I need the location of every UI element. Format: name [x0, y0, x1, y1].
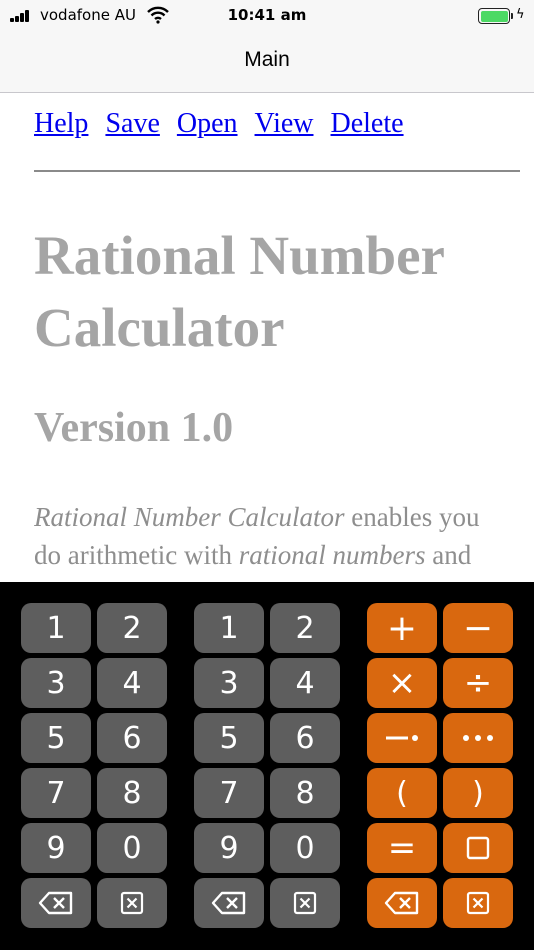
- ellipsis-icon: [463, 735, 493, 741]
- backspace-icon: [211, 891, 246, 915]
- key-right-6[interactable]: 6: [270, 713, 340, 763]
- key-close-paren[interactable]: ): [443, 768, 513, 818]
- delete-link[interactable]: Delete: [331, 108, 404, 139]
- version-heading: Version 1.0: [34, 405, 234, 451]
- key-equals[interactable]: =: [367, 823, 437, 873]
- key-left-1[interactable]: 1: [21, 603, 91, 653]
- key-right-3[interactable]: 3: [194, 658, 264, 708]
- key-multiply[interactable]: ×: [367, 658, 437, 708]
- intro-text-2: do arithmetic with: [34, 540, 239, 570]
- key-left-backspace[interactable]: [21, 878, 91, 928]
- key-left-9[interactable]: 9: [21, 823, 91, 873]
- key-ellipsis[interactable]: [443, 713, 513, 763]
- horizontal-rule: [34, 170, 520, 172]
- key-left-0[interactable]: 0: [97, 823, 167, 873]
- key-left-8[interactable]: 8: [97, 768, 167, 818]
- key-right-clear[interactable]: [270, 878, 340, 928]
- key-orange-backspace[interactable]: [367, 878, 437, 928]
- backspace-icon: [384, 891, 419, 915]
- key-left-clear[interactable]: [97, 878, 167, 928]
- key-left-6[interactable]: 6: [97, 713, 167, 763]
- key-minus[interactable]: −: [443, 603, 513, 653]
- view-link[interactable]: View: [255, 108, 314, 139]
- link-bar: Help Save Open View Delete: [34, 108, 421, 140]
- keypad: 1 2 3 4 5 6 7 8 9 0 1 2 3 4 5 6 7 8 9 0 …: [0, 582, 534, 950]
- charging-bolt-icon: ϟ: [516, 7, 525, 22]
- key-left-5[interactable]: 5: [21, 713, 91, 763]
- clear-icon: [120, 891, 144, 915]
- key-left-2[interactable]: 2: [97, 603, 167, 653]
- save-link[interactable]: Save: [105, 108, 159, 139]
- key-open-paren[interactable]: (: [367, 768, 437, 818]
- key-left-7[interactable]: 7: [21, 768, 91, 818]
- key-left-4[interactable]: 4: [97, 658, 167, 708]
- backspace-icon: [38, 891, 73, 915]
- intro-line-2: do arithmetic with rational numbers and: [34, 536, 520, 574]
- battery-tip: [511, 13, 513, 19]
- navigation-bar: Main: [0, 30, 534, 93]
- key-right-backspace[interactable]: [194, 878, 264, 928]
- key-right-0[interactable]: 0: [270, 823, 340, 873]
- clear-icon: [293, 891, 317, 915]
- key-right-9[interactable]: 9: [194, 823, 264, 873]
- key-divide[interactable]: ÷: [443, 658, 513, 708]
- key-right-1[interactable]: 1: [194, 603, 264, 653]
- key-plus[interactable]: +: [367, 603, 437, 653]
- intro-text-1: enables you: [344, 502, 480, 532]
- key-right-4[interactable]: 4: [270, 658, 340, 708]
- status-time: 10:41 am: [227, 6, 307, 24]
- clear-icon: [466, 891, 490, 915]
- battery-icon: [478, 8, 510, 24]
- key-orange-clear[interactable]: [443, 878, 513, 928]
- rational-numbers-italic: rational numbers: [238, 540, 426, 570]
- page-title: Rational Number Calculator: [34, 225, 444, 358]
- key-right-7[interactable]: 7: [194, 768, 264, 818]
- intro-text-3: and: [425, 540, 472, 570]
- key-square[interactable]: [443, 823, 513, 873]
- key-negate-dot[interactable]: [367, 713, 437, 763]
- negate-dot-icon: [386, 735, 418, 741]
- square-icon: [466, 836, 490, 860]
- open-link[interactable]: Open: [177, 108, 238, 139]
- key-right-5[interactable]: 5: [194, 713, 264, 763]
- key-left-3[interactable]: 3: [21, 658, 91, 708]
- intro-paragraph: Rational Number Calculator enables you d…: [34, 498, 520, 574]
- intro-line-1: Rational Number Calculator enables you: [34, 498, 520, 536]
- web-content: Help Save Open View Delete Rational Number C…: [0, 94, 534, 582]
- nav-title: Main: [244, 48, 290, 71]
- status-bar: vodafone AU 10:41 am ϟ: [0, 0, 534, 30]
- key-right-8[interactable]: 8: [270, 768, 340, 818]
- app-name-italic: Rational Number Calculator: [34, 502, 345, 532]
- help-link[interactable]: Help: [34, 108, 88, 139]
- key-right-2[interactable]: 2: [270, 603, 340, 653]
